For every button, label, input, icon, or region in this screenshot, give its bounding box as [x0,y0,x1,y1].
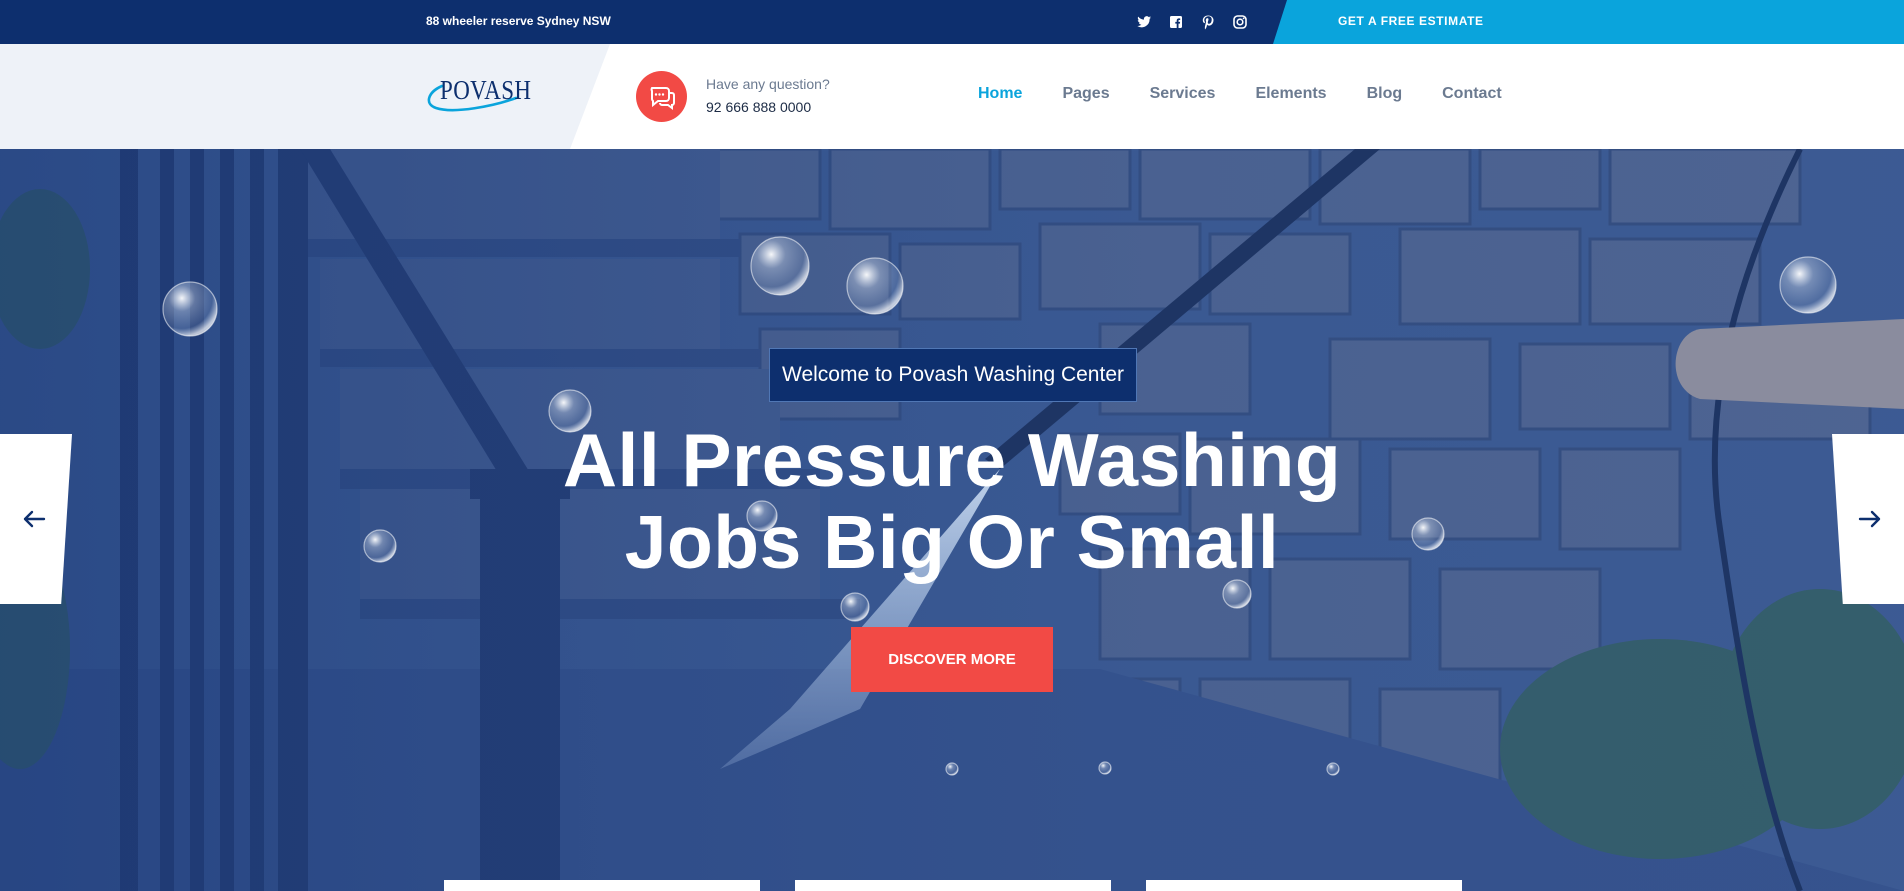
welcome-badge: Welcome to Povash Washing Center [769,348,1137,402]
headline-line-2: Jobs Big Or Small [624,500,1280,584]
free-estimate-button[interactable]: GET A FREE ESTIMATE [1273,0,1904,44]
social-links [1136,12,1248,32]
instagram-icon[interactable] [1232,14,1248,30]
hero-headline: All Pressure Washing Jobs Big Or Small [452,419,1452,583]
twitter-icon[interactable] [1136,14,1152,30]
chat-bubble-icon [636,71,687,122]
headline-line-1: All Pressure Washing [562,418,1342,502]
next-slide-button[interactable] [1832,434,1904,604]
nav-services[interactable]: Services [1150,85,1216,103]
address-text: 88 wheeler reserve Sydney NSW [426,14,611,28]
feature-card [444,880,760,891]
phone-number[interactable]: 92 666 888 0000 [706,99,811,115]
discover-more-button[interactable]: DISCOVER MORE [851,627,1053,692]
site-logo[interactable]: POVASH [424,72,539,116]
arrow-right-icon [1858,510,1881,528]
nav-blog[interactable]: Blog [1367,85,1403,103]
nav-pages[interactable]: Pages [1062,85,1109,103]
logo-text: POVASH [440,75,532,105]
main-nav: Home Pages Services Elements Blog Contac… [978,85,1502,103]
site-header: POVASH Have any question? 92 666 888 000… [0,44,1904,149]
prev-slide-button[interactable] [0,434,72,604]
pinterest-icon[interactable] [1200,14,1216,30]
feature-card [795,880,1111,891]
nav-home[interactable]: Home [978,85,1022,103]
nav-contact[interactable]: Contact [1442,85,1502,103]
facebook-icon[interactable] [1168,14,1184,30]
top-bar: 88 wheeler reserve Sydney NSW GET A FREE… [0,0,1904,44]
arrow-left-icon [23,510,46,528]
hero-slider: Welcome to Povash Washing Center All Pre… [0,149,1904,891]
nav-elements[interactable]: Elements [1255,85,1326,103]
question-label: Have any question? [706,76,830,92]
feature-card [1146,880,1462,891]
